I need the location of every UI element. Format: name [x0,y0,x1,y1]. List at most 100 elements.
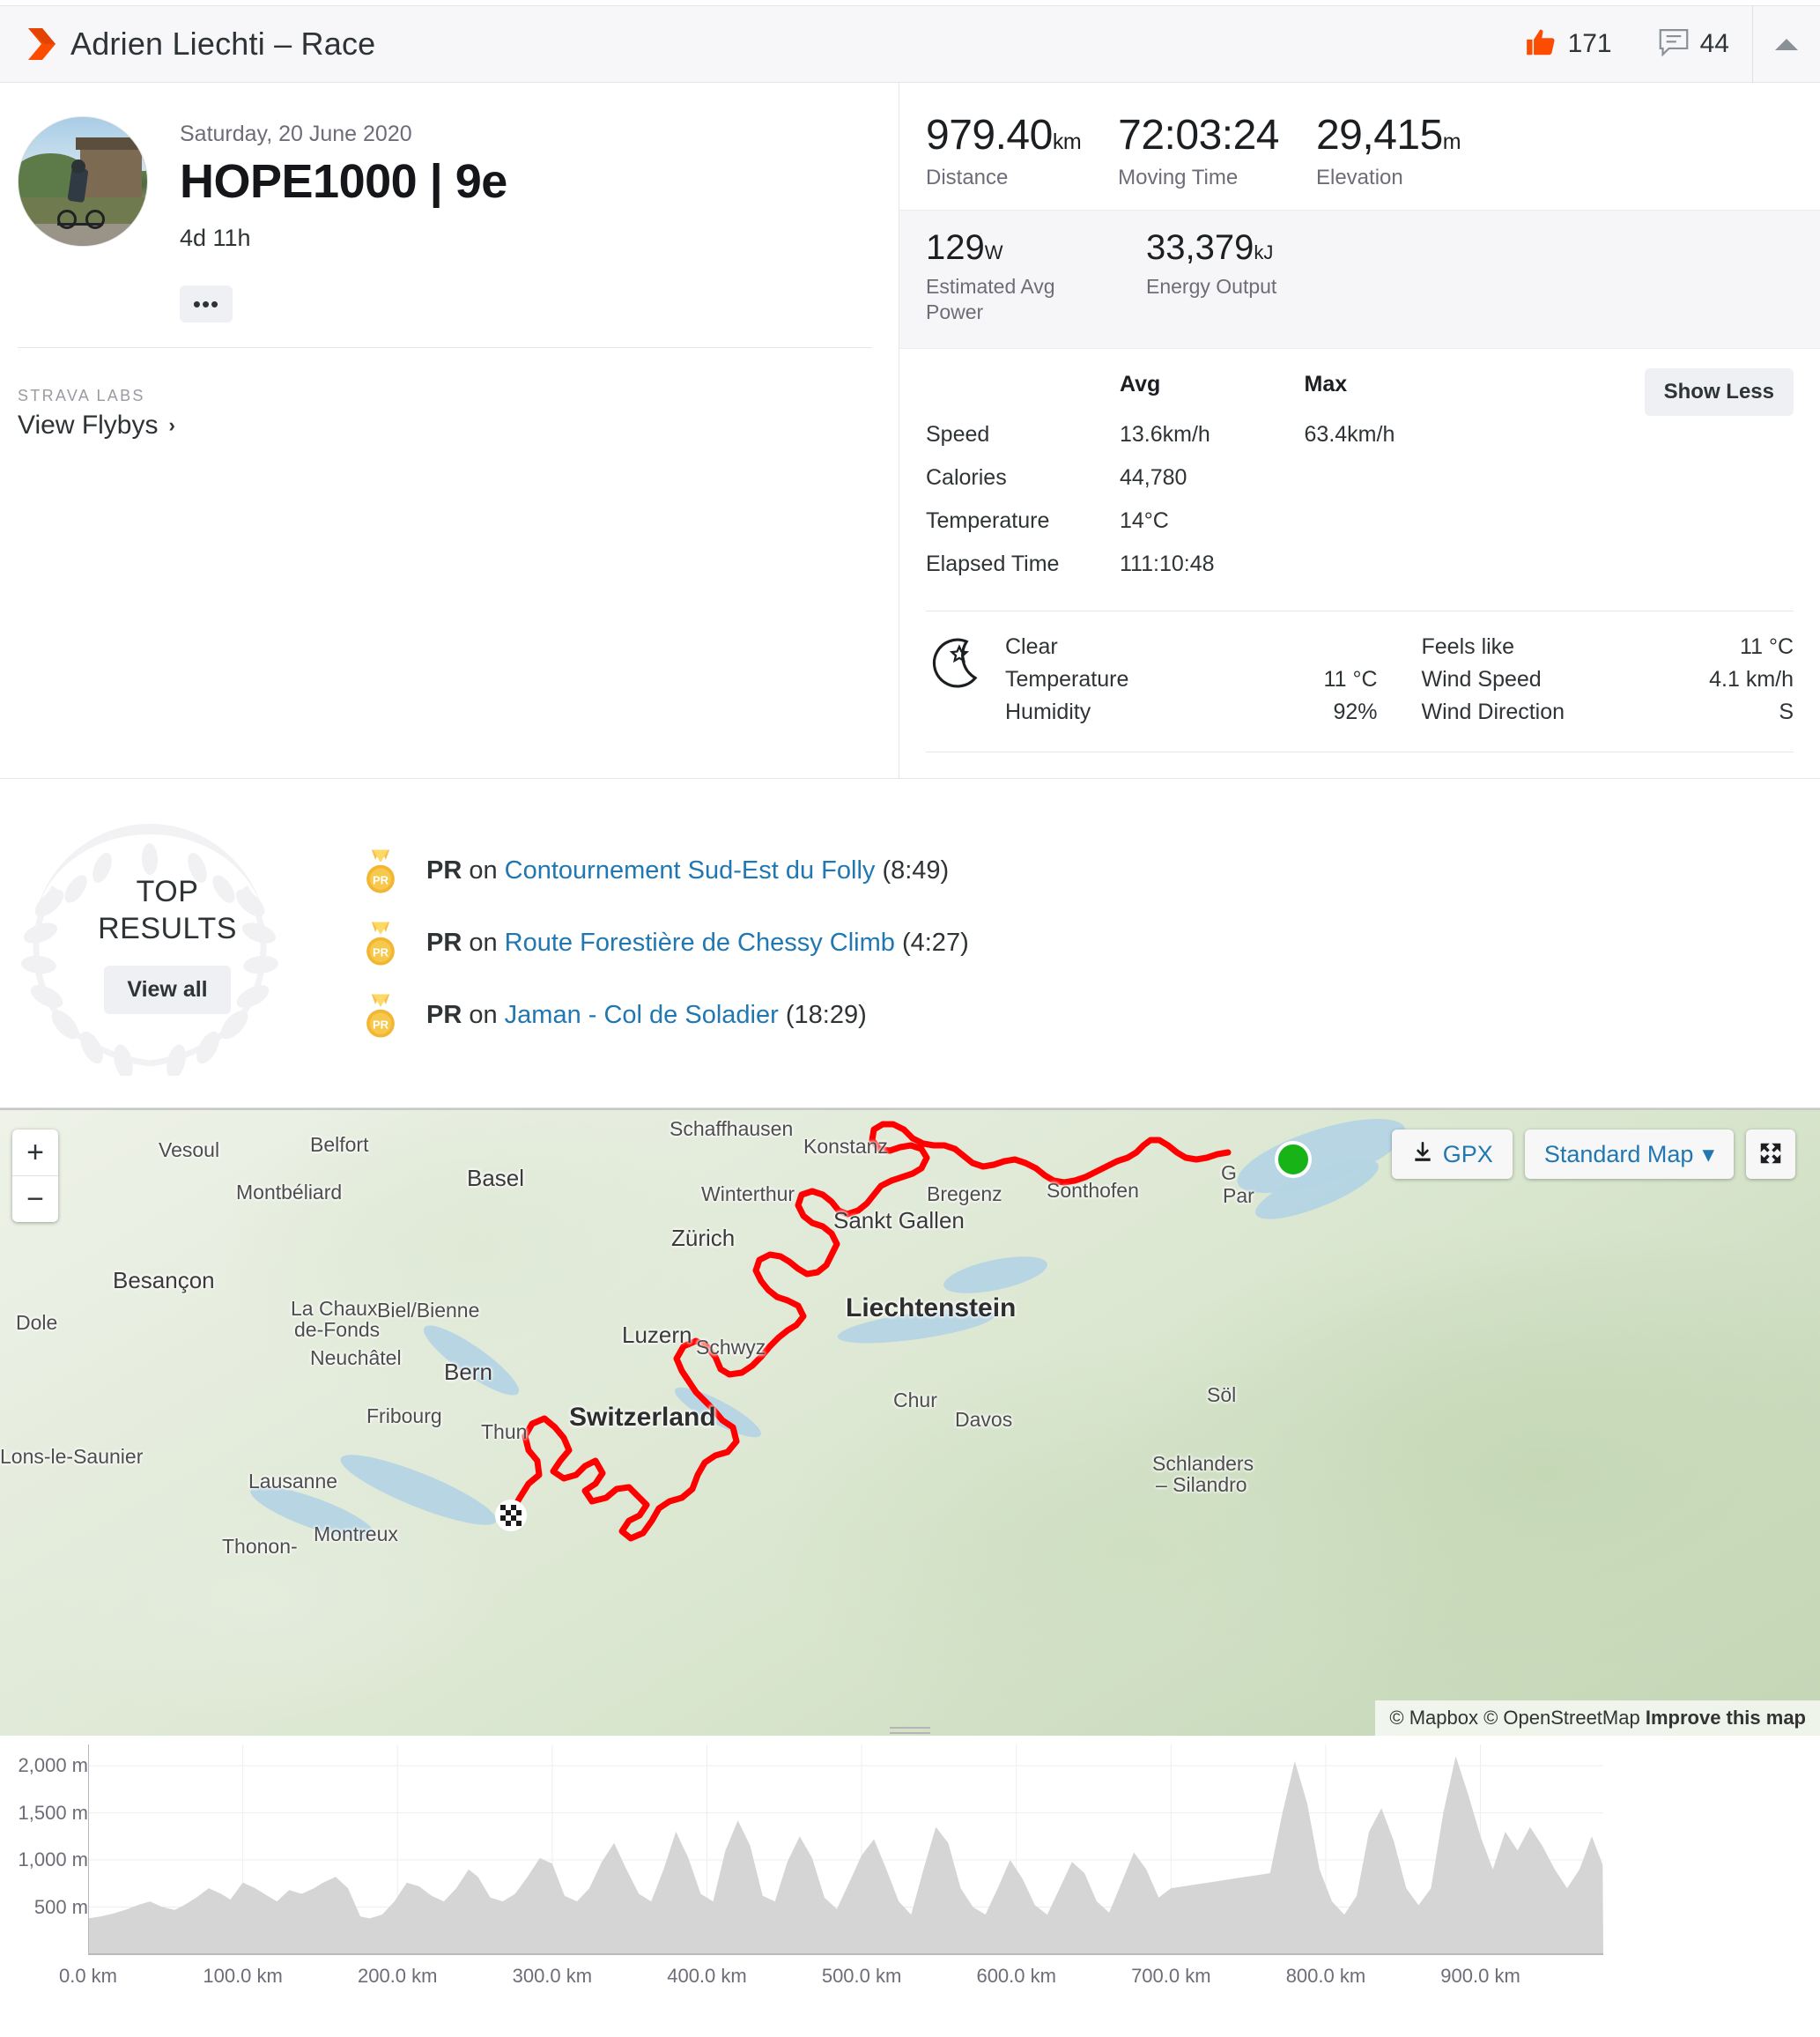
title-block: Saturday, 20 June 2020 HOPE1000 | 9e 4d … [180,116,507,323]
list-item: PR PR on Jaman - Col de Soladier (18:29) [361,993,969,1039]
weather-wind-direction-value: S [1779,699,1794,724]
moon-star-icon [926,631,1005,729]
map-attribution: © Mapbox © OpenStreetMap Improve this ma… [1375,1700,1820,1736]
row-temperature-max [1305,500,1507,543]
thumbs-up-icon [1524,26,1557,63]
map-resize-handle[interactable] [890,1723,930,1736]
map-label: Liechtenstein [846,1293,1017,1322]
stat-elevation-unit: m [1442,130,1461,154]
map-label: Chur [893,1389,937,1411]
elevation-x-tick: 0.0 km [58,1965,118,1987]
chevron-right-icon: › [168,414,175,436]
checkered-flag-icon [495,1500,527,1531]
map-label: Fribourg [366,1404,442,1427]
comments-button[interactable]: 44 [1635,27,1752,62]
elevation-x-tick: 800.0 km [1285,1965,1366,1987]
activity-map[interactable]: Vesoul Belfort Schaffhausen Konstanz Montbél… [0,1108,1820,1736]
col-header-max: Max [1304,371,1348,396]
elevation-x-tick: 900.0 km [1440,1965,1520,1987]
stat-moving-time-value: 72:03:24 [1118,112,1279,159]
map-label: Lons-le-Saunier [0,1445,144,1468]
weather-humidity-row: Humidity 92% [1005,696,1378,729]
strava-activity-page: Adrien Liechti – Race 171 44 Saturday, 2… [0,0,1820,2037]
header-left: Adrien Liechti – Race [0,26,1501,63]
table-row: Temperature 14°C [926,500,1507,543]
weather-condition: Clear [1005,633,1058,659]
elevation-y-tick: 1,500 m [18,1801,89,1824]
green-dot-icon [1275,1141,1312,1178]
view-all-button[interactable]: View all [104,965,231,1014]
strava-chevron-icon [26,26,56,62]
elevation-y-axis: 500 m 1,000 m 1,500 m 2,000 m [0,1737,89,1967]
stat-elevation: 29,415m Elevation [1316,115,1461,190]
athlete-row: Saturday, 20 June 2020 HOPE1000 | 9e 4d … [18,116,872,323]
strava-labs-kicker: STRAVA LABS [18,387,145,404]
weather-temperature-label: Temperature [1005,666,1129,692]
table-row: Speed 13.6km/h 63.4km/h [926,413,1507,456]
map-label: Montreux [314,1522,398,1545]
stat-avg-power-unit: W [984,241,1003,263]
gpx-download-button[interactable]: GPX [1391,1130,1513,1179]
view-flybys-link[interactable]: View Flybys › [18,411,175,441]
more-actions-button[interactable]: ••• [180,285,233,323]
map-label: Luzern [622,1322,692,1348]
comment-bubble-icon [1658,27,1690,62]
show-less-button[interactable]: Show Less [1644,367,1794,416]
map-attribution-text: © Mapbox © OpenStreetMap [1389,1707,1640,1729]
row-speed-max: 63.4km/h [1304,421,1395,447]
weather-col-left: Clear Temperature 11 °C Humidity 92% [1005,631,1413,729]
improve-map-link[interactable]: Improve this map [1646,1707,1806,1729]
map-label: Basel [467,1165,525,1191]
zoom-out-button[interactable]: − [12,1176,58,1222]
pr-time: (18:29) [785,1001,867,1029]
table-row: Elapsed Time 111:10:48 [926,543,1507,586]
row-elapsed-avg: 111:10:48 [1120,551,1215,576]
list-item: PR PR on Contournement Sud-Est du Folly … [361,848,969,894]
row-calories-label: Calories [926,464,1007,490]
pr-segment-link[interactable]: Contournement Sud-Est du Folly [505,856,876,885]
pr-on-label: on [462,929,505,957]
elevation-x-tick: 400.0 km [667,1965,747,1987]
map-label: Davos [955,1408,1013,1431]
elevation-plot [88,1744,1603,1955]
elevation-x-tick: 700.0 km [1131,1965,1211,1987]
map-label: Belfort [310,1133,369,1156]
list-item: PR PR on Route Forestière de Chessy Clim… [361,921,969,967]
map-label: La Chaux- [291,1297,385,1320]
elevation-x-tick: 600.0 km [976,1965,1056,1987]
pr-segment-link[interactable]: Jaman - Col de Soladier [505,1001,779,1029]
weather-wind-direction-label: Wind Direction [1421,699,1565,724]
elevation-y-tick: 2,000 m [18,1754,89,1777]
row-speed-avg: 13.6km/h [1120,421,1210,447]
map-label: Par [1223,1184,1254,1207]
gpx-label: GPX [1442,1140,1493,1167]
zoom-in-button[interactable]: + [12,1130,58,1175]
pr-badge-label: PR [426,856,462,885]
map-label: Bern [444,1359,492,1385]
triangle-up-icon [1775,38,1798,50]
map-zoom-controls[interactable]: + − [12,1130,58,1222]
map-type-dropdown[interactable]: Standard Map ▾ [1524,1130,1734,1179]
map-type-label: Standard Map [1543,1140,1694,1167]
weather-section: Clear Temperature 11 °C Humidity 92% Fee… [926,610,1794,752]
map-label: Neuchâtel [310,1346,402,1369]
row-speed-label: Speed [926,421,990,447]
header-right: 171 44 [1501,5,1820,83]
fullscreen-button[interactable] [1746,1130,1795,1179]
map-label: – Silandro [1156,1473,1247,1496]
map-top-controls: GPX Standard Map ▾ [1391,1130,1795,1179]
collapse-button[interactable] [1753,5,1820,83]
svg-text:PR: PR [373,945,389,959]
weather-temperature-value: 11 °C [1323,666,1378,692]
map-label: Dole [16,1311,58,1334]
strava-labs-block: STRAVA LABS View Flybys › [18,387,175,441]
weather-condition-row: Clear [1005,631,1378,663]
kudos-button[interactable]: 171 [1501,26,1635,63]
stat-elevation-value: 29,415 [1315,112,1443,159]
elevation-y-tick: 500 m [33,1895,88,1918]
pr-segment-link[interactable]: Route Forestière de Chessy Climb [505,929,895,957]
map-label: Lausanne [248,1470,338,1493]
avatar[interactable] [18,116,148,247]
map-label: Winterthur [701,1182,795,1205]
map-label: Switzerland [569,1403,716,1432]
